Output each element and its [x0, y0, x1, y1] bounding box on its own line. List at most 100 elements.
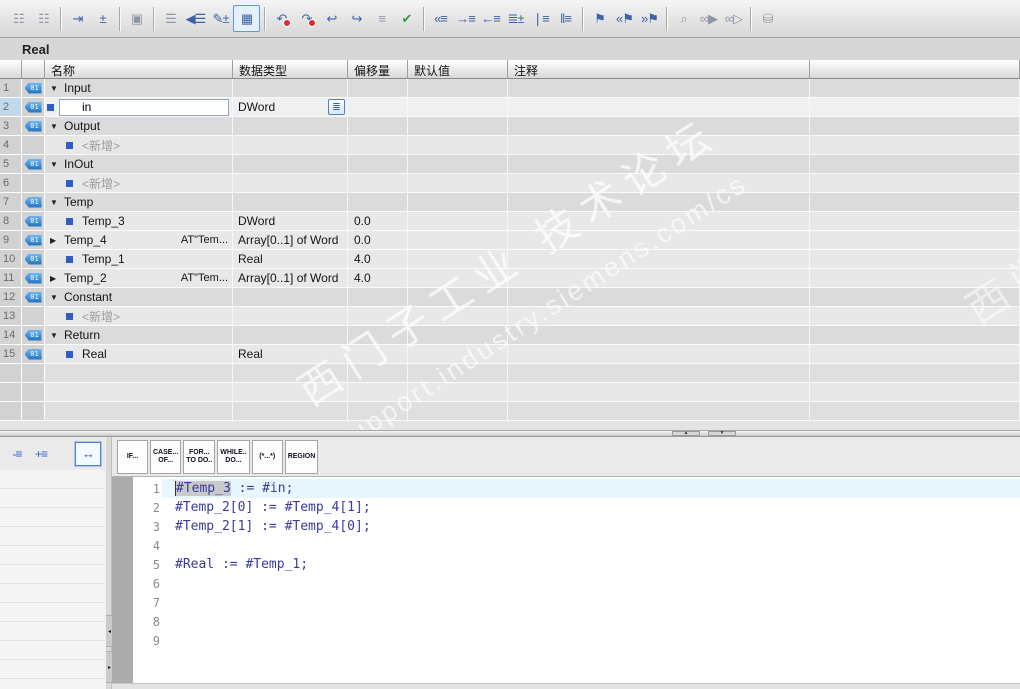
- header-cell-comment[interactable]: 注释: [508, 60, 810, 79]
- toolbar-undo-capsule-icon[interactable]: ▣: [124, 6, 149, 31]
- toolbar-align-text-icon[interactable]: ≡: [369, 6, 394, 31]
- name-cell[interactable]: <新增>: [45, 136, 233, 155]
- code-text[interactable]: #Real := #Temp_1;: [175, 557, 308, 572]
- row-number-cell[interactable]: 7: [0, 193, 22, 212]
- datatype-cell[interactable]: [233, 288, 348, 307]
- default-value-cell[interactable]: [408, 98, 508, 117]
- row-number-cell[interactable]: 4: [0, 136, 22, 155]
- offset-cell[interactable]: [348, 79, 408, 98]
- construct-button-for[interactable]: FOR... TO DO..: [183, 439, 216, 474]
- code-line[interactable]: 8: [112, 612, 1020, 631]
- expander-open-icon[interactable]: ▼: [50, 84, 61, 93]
- name-cell[interactable]: ▼ Temp: [45, 193, 233, 212]
- expander-open-icon[interactable]: ▼: [50, 331, 61, 340]
- row-number-cell[interactable]: 10: [0, 250, 22, 269]
- horizontal-splitter[interactable]: ▲ ▼: [0, 430, 1020, 437]
- default-value-cell[interactable]: [408, 193, 508, 212]
- name-cell[interactable]: <新增>: [45, 307, 233, 326]
- toolbar-insert-empty-box-icon[interactable]: ☷: [31, 6, 56, 31]
- header-cell-offset[interactable]: 偏移量: [348, 60, 408, 79]
- expander-closed-icon[interactable]: ▶: [50, 236, 61, 245]
- toolbar-insert-network-icon[interactable]: ☷: [6, 6, 31, 31]
- default-value-cell[interactable]: [408, 307, 508, 326]
- name-cell[interactable]: Temp_1: [45, 250, 233, 269]
- toolbar-indent-icon[interactable]: →≡: [453, 6, 478, 31]
- comment-cell[interactable]: [508, 174, 810, 193]
- header-cell-name[interactable]: 名称: [45, 60, 233, 79]
- comment-cell[interactable]: [508, 269, 810, 288]
- offset-cell[interactable]: 4.0: [348, 269, 408, 288]
- default-value-cell[interactable]: [408, 117, 508, 136]
- comment-cell[interactable]: [508, 117, 810, 136]
- toolbar-highlight-operands-icon[interactable]: ‖≡: [553, 6, 578, 31]
- comment-cell[interactable]: [508, 79, 810, 98]
- toolbar-snippet-back-icon[interactable]: ↩: [319, 6, 344, 31]
- offset-cell[interactable]: 4.0: [348, 250, 408, 269]
- comment-cell[interactable]: [508, 98, 810, 117]
- code-line[interactable]: 3 #Temp_2[1] := #Temp_4[0];: [112, 517, 1020, 536]
- comment-cell[interactable]: [508, 307, 810, 326]
- name-cell[interactable]: Real: [45, 345, 233, 364]
- toolbar-syntax-check-icon[interactable]: ✔: [394, 6, 419, 31]
- offset-cell[interactable]: 0.0: [348, 212, 408, 231]
- toolbar-network-overview-icon[interactable]: ☰: [158, 6, 183, 31]
- code-line[interactable]: 2 #Temp_2[0] := #Temp_4[1];: [112, 498, 1020, 517]
- header-cell-default[interactable]: 默认值: [408, 60, 508, 79]
- datatype-cell[interactable]: Real: [233, 345, 348, 364]
- toolbar-data-block-lock-icon[interactable]: ⛁: [755, 6, 780, 31]
- name-cell[interactable]: [45, 98, 233, 117]
- comment-cell[interactable]: [508, 288, 810, 307]
- datatype-cell[interactable]: Array[0..1] of Word: [233, 269, 348, 288]
- row-number-cell[interactable]: 3: [0, 117, 22, 136]
- name-cell[interactable]: <新增>: [45, 174, 233, 193]
- comment-cell[interactable]: [508, 212, 810, 231]
- row-number-cell[interactable]: 1: [0, 79, 22, 98]
- row-number-cell[interactable]: 15: [0, 345, 22, 364]
- code-line[interactable]: 5 #Real := #Temp_1;: [112, 555, 1020, 574]
- toolbar-insert-row-icon[interactable]: ±: [90, 6, 115, 31]
- expander-open-icon[interactable]: ▼: [50, 198, 61, 207]
- datatype-cell[interactable]: Real: [233, 250, 348, 269]
- comment-cell[interactable]: [508, 345, 810, 364]
- toolbar-undo-icon[interactable]: ↶: [269, 6, 294, 31]
- row-number-cell[interactable]: 13: [0, 307, 22, 326]
- toolbar-monitor-skip-icon[interactable]: ∞▷: [721, 6, 746, 31]
- default-value-cell[interactable]: [408, 288, 508, 307]
- offset-cell[interactable]: [348, 345, 408, 364]
- row-number-cell[interactable]: 5: [0, 155, 22, 174]
- datatype-cell[interactable]: [233, 136, 348, 155]
- default-value-cell[interactable]: [408, 345, 508, 364]
- offset-cell[interactable]: [348, 98, 408, 117]
- vertical-splitter[interactable]: ◂ ▸: [105, 437, 113, 689]
- toolbar-favorites-icon[interactable]: ▦: [233, 5, 260, 32]
- default-value-cell[interactable]: [408, 269, 508, 288]
- default-value-cell[interactable]: [408, 212, 508, 231]
- name-cell[interactable]: ▼ Input: [45, 79, 233, 98]
- construct-button-case[interactable]: CASE... OF...: [150, 439, 182, 474]
- splitter-collapse-up-button[interactable]: ▲: [672, 431, 700, 436]
- expander-closed-icon[interactable]: ▶: [50, 274, 61, 283]
- offset-cell[interactable]: [348, 174, 408, 193]
- toolbar-previous-bookmark-icon[interactable]: «⚑: [612, 6, 637, 31]
- code-line[interactable]: 6: [112, 574, 1020, 593]
- row-number-cell[interactable]: 8: [0, 212, 22, 231]
- datatype-dropdown-button[interactable]: ≣: [328, 99, 345, 115]
- default-value-cell[interactable]: [408, 136, 508, 155]
- row-number-cell[interactable]: 12: [0, 288, 22, 307]
- datatype-cell[interactable]: [233, 326, 348, 345]
- code-line[interactable]: 1 #Temp_3 := #in;: [112, 479, 1020, 498]
- toolbar-goto-network-icon[interactable]: ◀☰: [183, 6, 208, 31]
- comment-cell[interactable]: [508, 193, 810, 212]
- expander-open-icon[interactable]: ▼: [50, 122, 61, 131]
- datatype-cell[interactable]: Array[0..1] of Word: [233, 231, 348, 250]
- datatype-cell[interactable]: DWord: [233, 212, 348, 231]
- datatype-cell[interactable]: [233, 79, 348, 98]
- offset-cell[interactable]: [348, 155, 408, 174]
- expand-all-icon[interactable]: +≡: [29, 443, 53, 465]
- code-line[interactable]: 4: [112, 536, 1020, 555]
- row-number-cell[interactable]: 14: [0, 326, 22, 345]
- splitter-collapse-down-button[interactable]: ▼: [708, 431, 736, 436]
- code-line[interactable]: 9: [112, 631, 1020, 650]
- datatype-cell[interactable]: [233, 117, 348, 136]
- offset-cell[interactable]: [348, 193, 408, 212]
